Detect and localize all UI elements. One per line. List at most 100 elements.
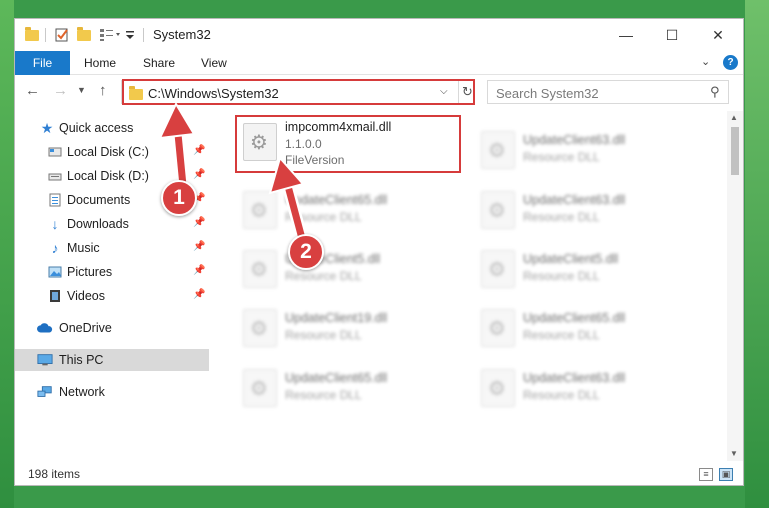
- drive-icon: [47, 168, 63, 184]
- vertical-scrollbar[interactable]: ▲ ▼: [727, 111, 743, 461]
- tab-share[interactable]: Share: [143, 56, 175, 70]
- details-view-icon[interactable]: ≡: [699, 468, 713, 481]
- file-tile[interactable]: UpdateClient5.dll Resource DLL: [239, 244, 459, 296]
- item-count: 198 items: [28, 467, 81, 481]
- file-tile[interactable]: UpdateClient63.dll Resource DLL: [477, 185, 697, 237]
- file-description: Resource DLL: [523, 388, 600, 402]
- file-description: Resource DLL: [523, 328, 600, 342]
- file-tile[interactable]: UpdateClient63.dll Resource DLL: [477, 363, 697, 415]
- pin-icon[interactable]: 📌: [193, 265, 205, 276]
- chevron-down-icon[interactable]: ⌄: [701, 55, 710, 68]
- view-options-icon[interactable]: [99, 26, 121, 44]
- file-tile[interactable]: UpdateClient65.dll Resource DLL: [239, 363, 459, 415]
- file-description: Resource DLL: [523, 150, 600, 164]
- file-explorer-window: System32 — ☐ ✕ File Home Share View ⌄ ? …: [14, 18, 744, 486]
- sidebar-item-this-pc[interactable]: This PC: [15, 349, 209, 371]
- tab-file[interactable]: File: [15, 51, 70, 75]
- download-icon: ↓: [51, 216, 59, 232]
- pin-icon[interactable]: 📌: [193, 217, 205, 228]
- file-name: UpdateClient63.dll: [523, 193, 626, 207]
- search-input[interactable]: Search System32 ⚲: [487, 80, 729, 104]
- back-arrow-icon[interactable]: ←: [25, 82, 40, 99]
- status-bar: 198 items ≡ ▣: [15, 463, 743, 485]
- file-description: Resource DLL: [523, 269, 600, 283]
- dll-file-icon: [243, 309, 277, 347]
- minimize-button[interactable]: —: [603, 19, 649, 51]
- new-folder-icon[interactable]: [77, 26, 91, 44]
- scroll-down-icon[interactable]: ▼: [730, 449, 738, 458]
- documents-icon: [47, 192, 63, 208]
- desktop-background-right: [745, 0, 769, 508]
- sidebar-item-downloads[interactable]: ↓ Downloads 📌: [15, 213, 209, 235]
- sidebar-item-quick-access[interactable]: ★ Quick access: [15, 117, 209, 139]
- help-icon[interactable]: ?: [723, 55, 738, 70]
- forward-arrow-icon[interactable]: →: [53, 82, 68, 99]
- file-tile[interactable]: UpdateClient5.dll Resource DLL: [477, 244, 697, 296]
- sidebar-item-label: Local Disk (D:): [67, 169, 149, 183]
- dll-file-icon: [481, 309, 515, 347]
- close-button[interactable]: ✕: [695, 19, 741, 51]
- sidebar-item-pictures[interactable]: Pictures 📌: [15, 261, 209, 283]
- sidebar-item-label: Pictures: [67, 265, 113, 279]
- pin-icon[interactable]: 📌: [193, 169, 205, 180]
- address-bar-highlight: [122, 79, 475, 105]
- file-name: UpdateClient63.dll: [523, 133, 626, 147]
- dll-file-icon: [481, 369, 515, 407]
- sidebar-item-label: Videos: [67, 289, 105, 303]
- dll-file-icon: [481, 191, 515, 229]
- tab-view[interactable]: View: [201, 56, 227, 70]
- sidebar-item-music[interactable]: ♪ Music 📌: [15, 237, 209, 259]
- dll-file-icon: [481, 250, 515, 288]
- navigation-pane: ★ Quick access Local Disk (C:) 📌 Local D…: [15, 111, 209, 461]
- sidebar-item-label: OneDrive: [59, 321, 112, 335]
- sidebar-item-videos[interactable]: Videos 📌: [15, 285, 209, 307]
- sidebar-item-label: Network: [59, 385, 105, 399]
- sidebar-item-local-disk-c[interactable]: Local Disk (C:) 📌: [15, 141, 209, 163]
- dll-file-icon: [243, 369, 277, 407]
- file-description: Resource DLL: [285, 388, 362, 402]
- window-title: System32: [153, 27, 211, 42]
- pin-icon[interactable]: 📌: [193, 241, 205, 252]
- drive-icon: [47, 144, 63, 160]
- cloud-icon: [37, 320, 53, 336]
- pin-icon[interactable]: 📌: [193, 289, 205, 300]
- file-list: impcomm4xmail.dll 1.1.0.0 FileVersion Up…: [211, 111, 727, 461]
- sidebar-item-onedrive[interactable]: OneDrive: [15, 317, 209, 339]
- sidebar-item-network[interactable]: Network: [15, 381, 209, 403]
- scroll-up-icon[interactable]: ▲: [730, 113, 738, 122]
- navigation-bar: ← → ▼ ↑ C:\Windows\System32 ⌵ ↻ Search S…: [15, 76, 743, 108]
- file-tile[interactable]: UpdateClient65.dll Resource DLL: [239, 185, 459, 237]
- up-arrow-icon[interactable]: ↑: [99, 82, 107, 99]
- pin-icon[interactable]: 📌: [193, 145, 205, 156]
- file-name: UpdateClient5.dll: [523, 252, 619, 266]
- maximize-button[interactable]: ☐: [649, 19, 695, 51]
- star-icon: ★: [40, 119, 54, 136]
- file-description: Resource DLL: [285, 328, 362, 342]
- sidebar-item-label: Downloads: [67, 217, 129, 231]
- step-1-badge: 1: [161, 180, 197, 216]
- tab-home[interactable]: Home: [84, 56, 116, 70]
- file-tile[interactable]: UpdateClient63.dll Resource DLL: [477, 125, 697, 177]
- file-name: UpdateClient65.dll: [285, 371, 388, 385]
- file-tile[interactable]: UpdateClient19.dll Resource DLL: [239, 303, 459, 355]
- recent-locations-icon[interactable]: ▼: [77, 85, 86, 95]
- scroll-thumb[interactable]: [731, 127, 739, 175]
- tiles-view-icon[interactable]: ▣: [719, 468, 733, 481]
- file-description: Resource DLL: [285, 269, 362, 283]
- sidebar-item-label: Local Disk (C:): [67, 145, 149, 159]
- search-icon[interactable]: ⚲: [710, 84, 720, 100]
- file-tile[interactable]: UpdateClient65.dll Resource DLL: [477, 303, 697, 355]
- music-icon: ♪: [51, 240, 59, 256]
- dll-file-icon: [481, 131, 515, 169]
- file-name: UpdateClient65.dll: [523, 311, 626, 325]
- customize-toolbar-icon[interactable]: [125, 26, 135, 44]
- sidebar-item-label: Music: [67, 241, 100, 255]
- search-placeholder: Search System32: [496, 86, 599, 101]
- computer-icon: [37, 352, 53, 368]
- sidebar-item-label: Quick access: [59, 121, 134, 135]
- dll-file-icon: [243, 250, 277, 288]
- properties-icon[interactable]: [55, 26, 69, 44]
- videos-icon: [47, 288, 63, 304]
- file-name: UpdateClient19.dll: [285, 311, 388, 325]
- sidebar-item-label: This PC: [59, 353, 104, 367]
